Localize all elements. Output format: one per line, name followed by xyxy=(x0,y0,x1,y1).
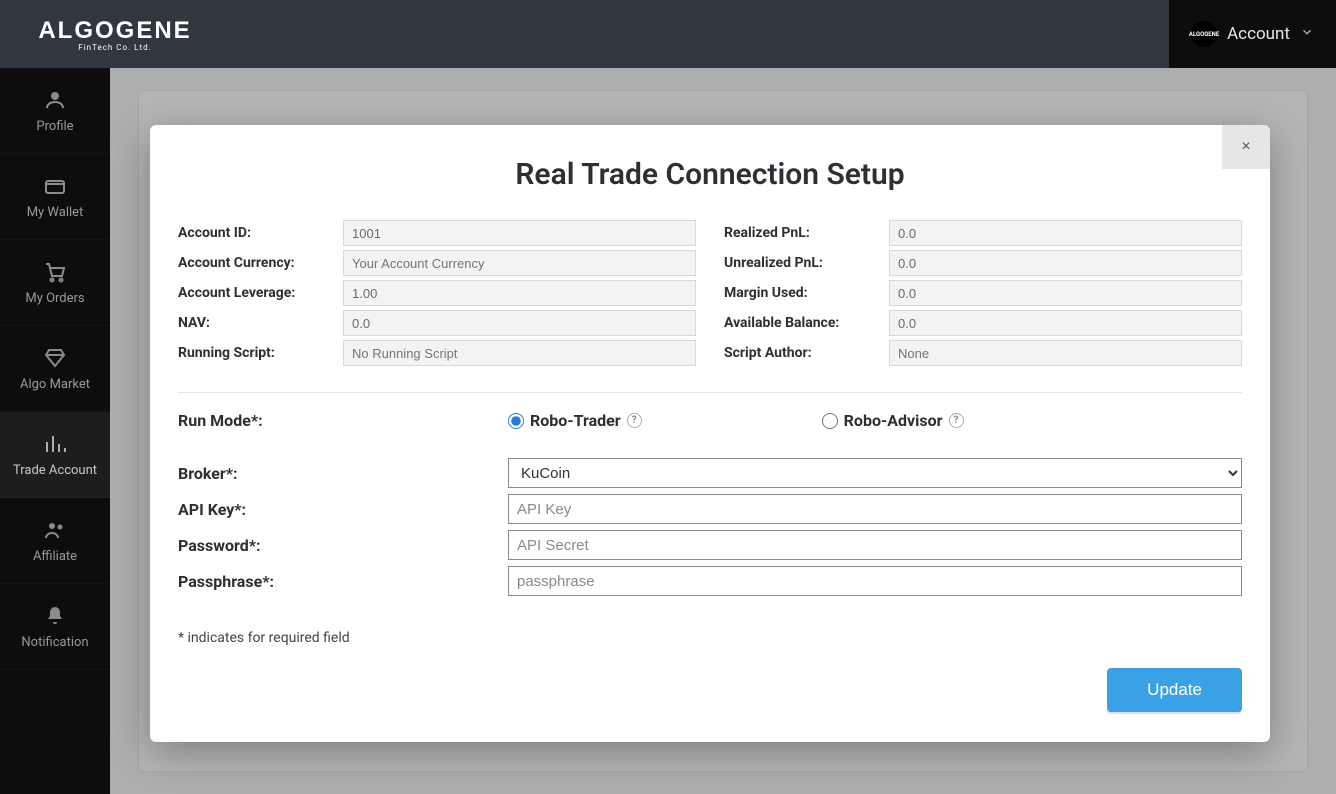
input-unrealized-pnl[interactable] xyxy=(889,250,1242,276)
bell-icon xyxy=(43,604,67,628)
sidebar-item-affiliate[interactable]: Affiliate xyxy=(0,498,110,584)
user-icon xyxy=(43,88,67,112)
input-running-script[interactable] xyxy=(343,340,696,366)
chevron-down-icon xyxy=(1300,24,1314,44)
cart-icon xyxy=(43,260,67,284)
password-input[interactable] xyxy=(508,530,1242,560)
wallet-icon xyxy=(43,174,67,198)
input-nav[interactable] xyxy=(343,310,696,336)
label-margin-used: Margin Used: xyxy=(724,285,889,301)
sidebar-item-label: My Wallet xyxy=(27,205,84,220)
connection-setup-modal: × Real Trade Connection Setup Account ID… xyxy=(150,125,1270,742)
sidebar-item-tradeaccount[interactable]: Trade Account xyxy=(0,412,110,498)
label-account-id: Account ID: xyxy=(178,225,343,241)
modal-title: Real Trade Connection Setup xyxy=(150,125,1270,220)
label-nav: NAV: xyxy=(178,315,343,331)
run-mode-radio-group: Robo-Trader ? Robo-Advisor ? xyxy=(508,411,1242,430)
radio-robo-advisor[interactable]: Robo-Advisor ? xyxy=(822,411,964,430)
sidebar-item-profile[interactable]: Profile xyxy=(0,68,110,154)
sidebar: Profile My Wallet My Orders Algo Market … xyxy=(0,68,110,794)
account-info-grid: Account ID: Account Currency: Account Le… xyxy=(150,220,1270,370)
sidebar-item-label: Profile xyxy=(36,119,73,134)
help-icon[interactable]: ? xyxy=(949,413,964,428)
label-unrealized-pnl: Unrealized PnL: xyxy=(724,255,889,271)
label-broker: Broker*: xyxy=(178,464,508,483)
label-available-balance: Available Balance: xyxy=(724,315,889,331)
connection-form: Run Mode*: Robo-Trader ? Robo-Advisor ? … xyxy=(150,411,1270,596)
input-realized-pnl[interactable] xyxy=(889,220,1242,246)
sidebar-item-orders[interactable]: My Orders xyxy=(0,240,110,326)
account-label: Account xyxy=(1227,24,1290,44)
input-script-author[interactable] xyxy=(889,340,1242,366)
sidebar-item-label: Notification xyxy=(21,635,88,650)
radio-robo-trader-input[interactable] xyxy=(508,413,524,429)
input-account-id[interactable] xyxy=(343,220,696,246)
label-api-key: API Key*: xyxy=(178,500,508,519)
account-avatar-icon: ALGOGENE xyxy=(1191,21,1217,47)
input-account-currency[interactable] xyxy=(343,250,696,276)
close-button[interactable]: × xyxy=(1222,125,1270,169)
info-right-column: Realized PnL: Unrealized PnL: Margin Use… xyxy=(724,220,1242,370)
label-running-script: Running Script: xyxy=(178,345,343,361)
label-account-leverage: Account Leverage: xyxy=(178,285,343,301)
chart-icon xyxy=(43,432,67,456)
input-margin-used[interactable] xyxy=(889,280,1242,306)
input-available-balance[interactable] xyxy=(889,310,1242,336)
sidebar-item-label: Algo Market xyxy=(20,377,90,392)
label-script-author: Script Author: xyxy=(724,345,889,361)
radio-robo-trader-label: Robo-Trader xyxy=(530,411,621,430)
logo-text: ALGOGENE xyxy=(38,17,191,45)
logo-subtext: FinTech Co. Ltd. xyxy=(78,43,151,52)
passphrase-input[interactable] xyxy=(508,566,1242,596)
update-button[interactable]: Update xyxy=(1107,668,1242,712)
label-run-mode: Run Mode*: xyxy=(178,411,508,430)
input-account-leverage[interactable] xyxy=(343,280,696,306)
label-realized-pnl: Realized PnL: xyxy=(724,225,889,241)
topbar: ALGOGENE FinTech Co. Ltd. ALGOGENE Accou… xyxy=(0,0,1336,68)
sidebar-item-notification[interactable]: Notification xyxy=(0,584,110,670)
radio-robo-trader[interactable]: Robo-Trader ? xyxy=(508,411,642,430)
modal-footer: Update xyxy=(150,646,1270,712)
required-note: * indicates for required field xyxy=(150,602,1270,646)
sidebar-item-label: Trade Account xyxy=(13,463,97,478)
sidebar-item-wallet[interactable]: My Wallet xyxy=(0,154,110,240)
diamond-icon xyxy=(43,346,67,370)
api-key-input[interactable] xyxy=(508,494,1242,524)
radio-robo-advisor-input[interactable] xyxy=(822,413,838,429)
label-account-currency: Account Currency: xyxy=(178,255,343,271)
logo[interactable]: ALGOGENE FinTech Co. Ltd. xyxy=(0,0,230,68)
label-password: Password*: xyxy=(178,536,508,555)
divider xyxy=(178,392,1242,393)
account-menu[interactable]: ALGOGENE Account xyxy=(1169,0,1336,68)
close-icon: × xyxy=(1241,138,1250,156)
sidebar-item-label: My Orders xyxy=(25,291,84,306)
sidebar-item-label: Affiliate xyxy=(33,549,77,564)
users-icon xyxy=(43,518,67,542)
sidebar-item-algomarket[interactable]: Algo Market xyxy=(0,326,110,412)
broker-select[interactable]: KuCoin xyxy=(508,458,1242,488)
label-passphrase: Passphrase*: xyxy=(178,572,508,591)
help-icon[interactable]: ? xyxy=(627,413,642,428)
radio-robo-advisor-label: Robo-Advisor xyxy=(844,411,943,430)
info-left-column: Account ID: Account Currency: Account Le… xyxy=(178,220,696,370)
